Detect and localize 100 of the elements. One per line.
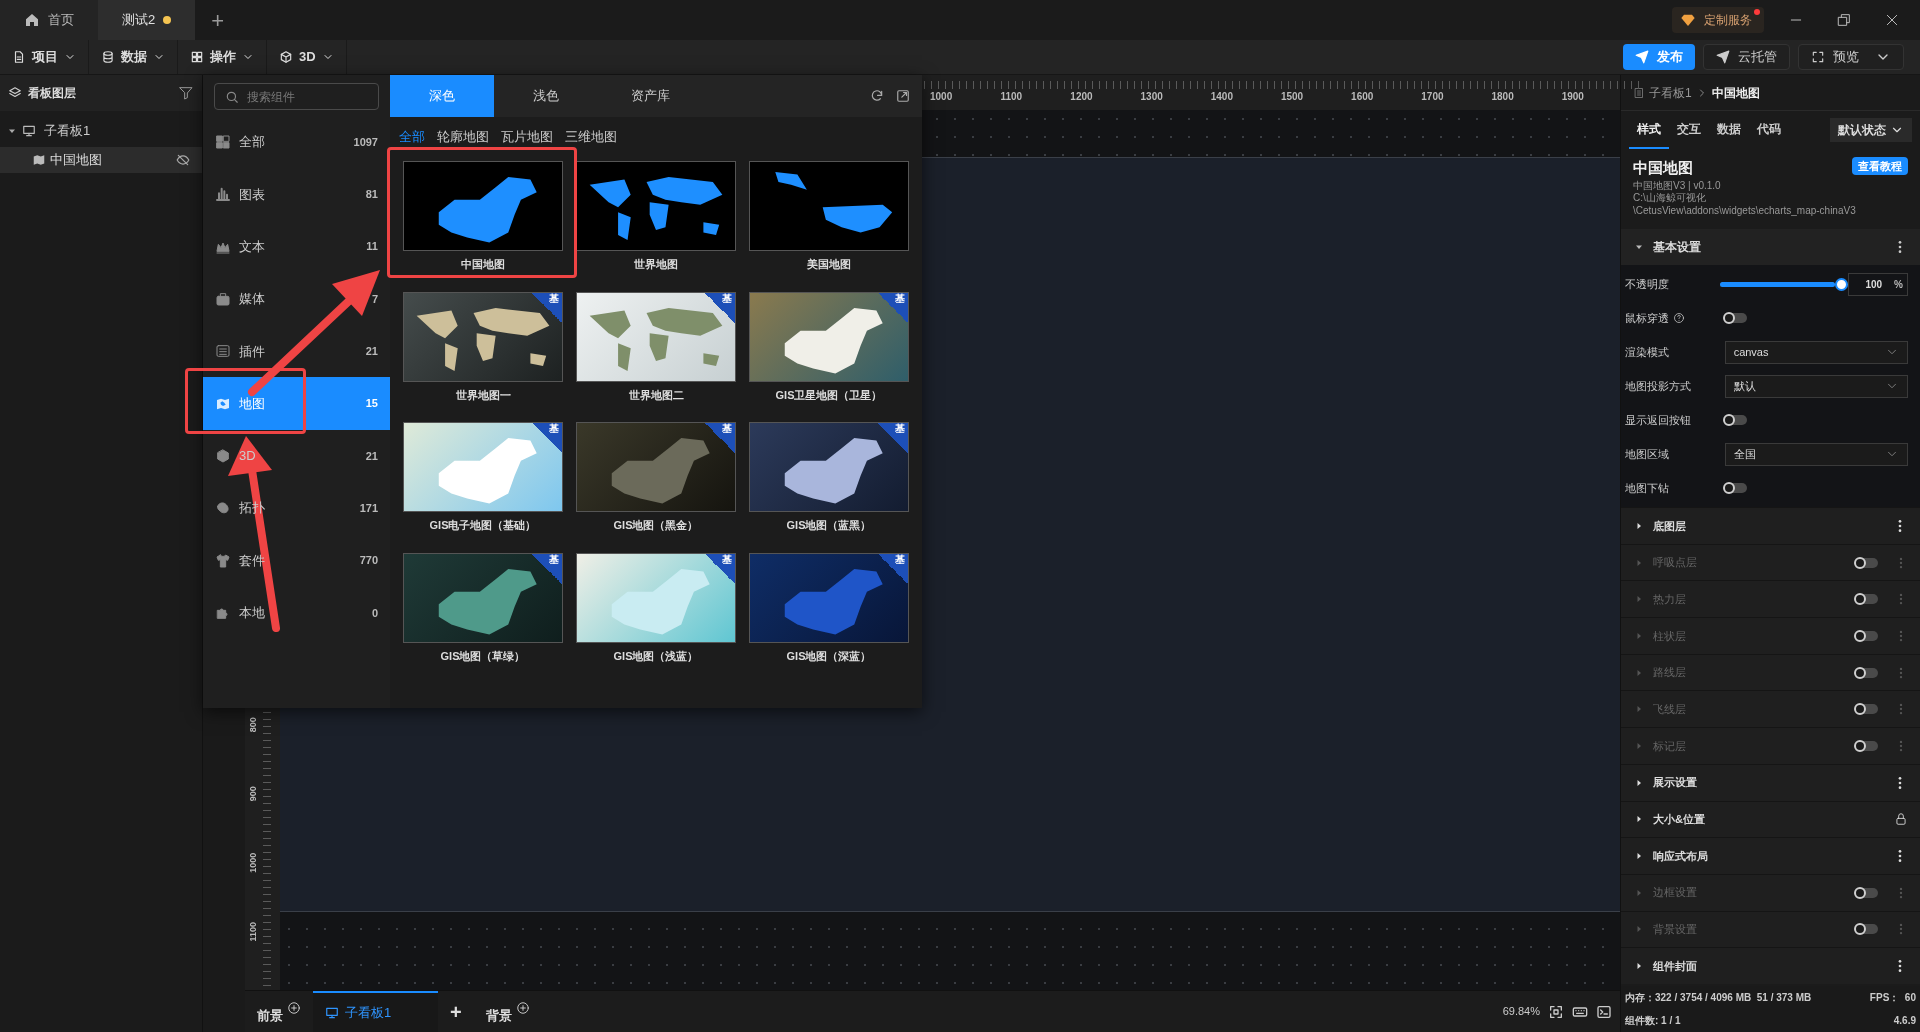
- menu-button[interactable]: 操作: [178, 40, 267, 74]
- corner-badge: 基: [878, 423, 908, 453]
- section-header[interactable]: 组件封面: [1621, 947, 1920, 984]
- map-thumbnail[interactable]: 基: [576, 291, 736, 382]
- map-thumbnail[interactable]: [403, 161, 563, 251]
- theme-tab[interactable]: 浅色: [494, 75, 598, 117]
- document-icon: [1633, 86, 1645, 99]
- add-board-button[interactable]: +: [438, 996, 474, 1027]
- category-item[interactable]: 图表 81: [203, 168, 390, 221]
- menu-button[interactable]: 3D: [267, 40, 347, 74]
- map-thumbnail[interactable]: [576, 161, 736, 251]
- category-item[interactable]: 3D 21: [203, 429, 390, 483]
- board-tab[interactable]: 子看板1: [313, 991, 438, 1032]
- breadcrumb-item[interactable]: 子看板1: [1649, 83, 1692, 102]
- corner-badge: 基: [705, 423, 735, 453]
- category-label: 图表: [239, 185, 265, 204]
- layer-tab[interactable]: 前景: [245, 991, 313, 1032]
- map-thumbnail[interactable]: 基: [749, 291, 909, 382]
- number-field[interactable]: 100 %: [1847, 272, 1908, 296]
- toggle-switch[interactable]: [1725, 313, 1747, 323]
- inspector-tab[interactable]: 数据: [1709, 111, 1749, 149]
- card-label: GIS地图（浅蓝）: [613, 648, 699, 664]
- eye-off-icon[interactable]: [176, 153, 190, 167]
- inspector-tab[interactable]: 交互: [1669, 111, 1709, 149]
- filter-tab[interactable]: 瓦片地图: [501, 127, 553, 147]
- inspector-tab[interactable]: 样式: [1629, 111, 1669, 149]
- select-field[interactable]: 默认: [1724, 374, 1908, 398]
- ruler-label: 1100: [247, 922, 260, 942]
- map-thumbnail[interactable]: 基: [749, 552, 909, 643]
- section-header[interactable]: 展示设置: [1621, 763, 1920, 801]
- section-header[interactable]: 基本设置: [1621, 229, 1920, 265]
- state-dropdown[interactable]: 默认状态: [1830, 118, 1912, 142]
- filter-icon[interactable]: [178, 85, 194, 101]
- layer-tab[interactable]: 背景: [473, 991, 542, 1032]
- add-circle-icon[interactable]: [515, 1000, 530, 1015]
- toggle-switch[interactable]: [1856, 924, 1878, 935]
- filter-tab[interactable]: 全部: [399, 127, 425, 147]
- menu-button[interactable]: 数据: [89, 40, 178, 74]
- card-label: GIS电子地图（基础）: [429, 518, 537, 533]
- version-number: 4.6.9: [1893, 1014, 1916, 1028]
- bar-chart-icon: [215, 186, 231, 203]
- ruler-label: 1400: [1210, 90, 1233, 104]
- select-field[interactable]: canvas: [1724, 340, 1908, 364]
- category-item[interactable]: 文本 11: [203, 220, 390, 273]
- tab[interactable]: 首页: [0, 0, 98, 40]
- card-label: 世界地图: [634, 257, 678, 272]
- toggle-switch[interactable]: [1725, 415, 1747, 425]
- terminal-icon[interactable]: [1596, 1003, 1612, 1020]
- corner-badge: 基: [878, 553, 908, 584]
- theme-tab[interactable]: 资产库: [598, 75, 702, 117]
- corner-badge: 基: [532, 292, 562, 323]
- category-item[interactable]: 全部 1097: [203, 116, 390, 169]
- toggle-switch[interactable]: [1856, 887, 1878, 898]
- filter-tab[interactable]: 轮廓地图: [437, 127, 489, 147]
- map-thumbnail[interactable]: 基: [576, 422, 736, 512]
- lock-icon[interactable]: [1894, 812, 1908, 827]
- toggle-switch[interactable]: [1856, 630, 1878, 641]
- toggle-switch[interactable]: [1856, 704, 1878, 715]
- tab[interactable]: 测试2: [98, 0, 196, 40]
- close-icon[interactable]: [1884, 12, 1900, 28]
- camera-bag-icon: [215, 291, 231, 308]
- map-thumbnail[interactable]: [749, 161, 909, 251]
- menu-button[interactable]: 项目: [0, 40, 89, 74]
- toggle-switch[interactable]: [1856, 557, 1878, 568]
- toggle-switch[interactable]: [1856, 594, 1878, 605]
- map-thumbnail[interactable]: 基: [403, 291, 563, 382]
- toggle-switch[interactable]: [1725, 483, 1747, 493]
- select-field[interactable]: 全国: [1724, 442, 1908, 466]
- field-label: 鼠标穿透: [1625, 309, 1725, 327]
- refresh-icon[interactable]: [870, 89, 884, 103]
- section-header[interactable]: 大小&位置: [1621, 800, 1920, 838]
- category-count: 81: [365, 187, 378, 203]
- tree-item[interactable]: 中国地图: [0, 147, 202, 173]
- toggle-switch[interactable]: [1856, 740, 1878, 751]
- map-thumbnail[interactable]: 基: [403, 552, 563, 643]
- section-header[interactable]: 底图层: [1621, 507, 1920, 544]
- map-thumbnail[interactable]: 基: [403, 422, 563, 512]
- category-item[interactable]: 本地 0: [203, 586, 390, 639]
- restore-icon[interactable]: [1836, 12, 1852, 28]
- category-item[interactable]: 媒体 7: [203, 272, 390, 326]
- filter-tab[interactable]: 三维地图: [565, 127, 617, 147]
- category-count: 1097: [353, 134, 378, 150]
- new-tab-button[interactable]: +: [195, 0, 241, 40]
- section-header[interactable]: 响应式布局: [1621, 837, 1920, 874]
- fit-screen-icon[interactable]: [1548, 1003, 1564, 1020]
- map-thumbnail[interactable]: 基: [749, 422, 909, 512]
- export-icon[interactable]: [896, 89, 910, 103]
- card-label: 中国地图: [461, 257, 505, 272]
- map-thumbnail[interactable]: 基: [576, 552, 736, 643]
- preview-button[interactable]: 预览: [1798, 44, 1904, 70]
- cloud-hosting-button[interactable]: 云托管: [1703, 44, 1790, 70]
- tree-item[interactable]: 子看板1: [0, 119, 202, 143]
- toggle-switch[interactable]: [1856, 667, 1878, 678]
- slider-handle[interactable]: [1834, 277, 1848, 291]
- add-circle-icon[interactable]: [287, 1000, 301, 1015]
- category-item[interactable]: 插件 21: [203, 325, 390, 378]
- fullscreen-icon: [1811, 50, 1825, 64]
- corner-badge: 基: [532, 553, 562, 584]
- search-field[interactable]: 搜索组件: [214, 83, 379, 110]
- inspector-tab[interactable]: 代码: [1749, 111, 1789, 149]
